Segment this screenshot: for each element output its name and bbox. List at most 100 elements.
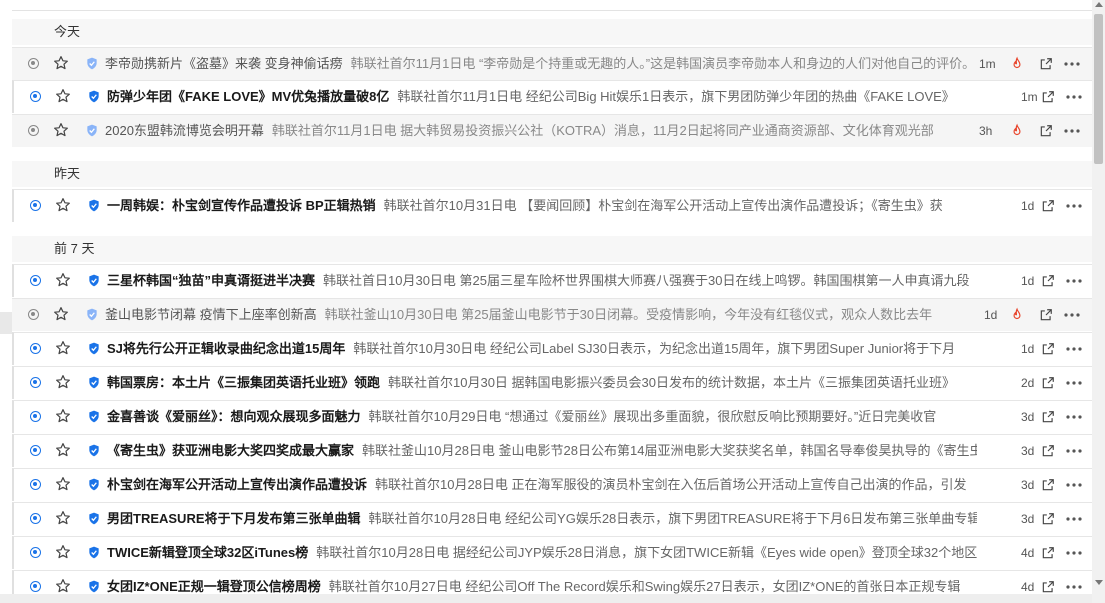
- shield-check-icon: [89, 478, 99, 491]
- more-horizontal-icon[interactable]: [1064, 313, 1080, 317]
- news-summary: 韩联社首尔10月28日电 经纪公司YG娱乐28日表示，旗下男团TREASURE将…: [368, 511, 977, 526]
- list-item[interactable]: TWICE新辑登顶全球32区iTunes榜 韩联社首尔10月28日电 据经纪公司J…: [12, 536, 1092, 569]
- news-summary: 韩联社首尔11月1日电 据大韩贸易投资振兴公社（KOTRA）消息，11月2日起将…: [271, 123, 934, 138]
- more-horizontal-icon[interactable]: [1066, 449, 1082, 453]
- list-item[interactable]: 李帝勋携新片《盗墓》来袭 变身神偷话痨 韩联社首尔11月1日电 “李帝勋是个持重或…: [12, 47, 1092, 80]
- shield-check-icon: [89, 376, 99, 389]
- unread-dot-icon[interactable]: [30, 377, 41, 388]
- unread-dot-icon[interactable]: [30, 547, 41, 558]
- news-summary: 韩联社首尔10月31日电 【要闻回顾】朴宝剑在海军公开活动上宣传出演作品遭投诉；…: [383, 198, 943, 213]
- read-state-icon[interactable]: [28, 58, 39, 69]
- star-icon[interactable]: [55, 88, 71, 104]
- vertical-scrollbar[interactable]: [1092, 0, 1105, 603]
- news-title: 金喜善谈《爱丽丝》：想向观众展现多面魅力: [107, 409, 361, 424]
- external-link-icon[interactable]: [1039, 308, 1053, 322]
- list-item[interactable]: 2020东盟韩流博览会明开幕 韩联社首尔11月1日电 据大韩贸易投资振兴公社（KO…: [12, 114, 1092, 147]
- star-icon[interactable]: [55, 408, 71, 424]
- list-item[interactable]: 防弹少年团《FAKE LOVE》MV优兔播放量破8亿 韩联社首尔11月1日电 经纪…: [12, 80, 1092, 113]
- external-link-icon[interactable]: [1039, 124, 1053, 138]
- list-item[interactable]: 朴宝剑在海军公开活动上宣传出演作品遭投诉 韩联社首尔10月28日电 正在海军服役的…: [12, 468, 1092, 501]
- news-summary: 韩联社首尔10月28日电 据经纪公司JYP娱乐28日消息，旗下女团TWICE新辑…: [316, 545, 977, 560]
- section-header-last-7-days: 前 7 天: [12, 236, 1092, 262]
- shield-check-icon: [87, 308, 97, 321]
- external-link-icon[interactable]: [1041, 512, 1055, 526]
- star-icon[interactable]: [53, 55, 69, 71]
- unread-dot-icon[interactable]: [30, 581, 41, 592]
- section-header-today: 今天: [12, 19, 1092, 45]
- star-icon[interactable]: [55, 374, 71, 390]
- divider: [12, 10, 1092, 11]
- external-link-icon[interactable]: [1041, 376, 1055, 390]
- time-label: 1m: [1017, 81, 1040, 113]
- star-icon[interactable]: [55, 197, 71, 213]
- external-link-icon[interactable]: [1039, 57, 1053, 71]
- more-horizontal-icon[interactable]: [1064, 129, 1080, 133]
- unread-dot-icon[interactable]: [30, 411, 41, 422]
- external-link-icon[interactable]: [1041, 342, 1055, 356]
- more-horizontal-icon[interactable]: [1066, 415, 1082, 419]
- star-icon[interactable]: [53, 306, 69, 322]
- time-label: 2d: [1017, 367, 1037, 399]
- star-icon[interactable]: [55, 442, 71, 458]
- star-icon[interactable]: [55, 578, 71, 594]
- news-title: TWICE新辑登顶全球32区iTunes榜: [107, 545, 309, 560]
- unread-dot-icon[interactable]: [30, 479, 41, 490]
- news-feed: 今天 李帝勋携新片《盗墓》来袭 变身神偷话痨 韩联社首尔11月1日电 “李帝勋是个…: [12, 0, 1092, 603]
- more-horizontal-icon[interactable]: [1066, 204, 1082, 208]
- shield-check-icon: [89, 90, 99, 103]
- unread-dot-icon[interactable]: [30, 275, 41, 286]
- more-horizontal-icon[interactable]: [1066, 551, 1082, 555]
- unread-dot-icon[interactable]: [30, 513, 41, 524]
- section-header-yesterday: 昨天: [12, 161, 1092, 187]
- unread-dot-icon[interactable]: [30, 200, 41, 211]
- list-item[interactable]: 一周韩娱：朴宝剑宣传作品遭投诉 BP正辑热销 韩联社首尔10月31日电 【要闻回顾…: [12, 189, 1092, 222]
- external-link-icon[interactable]: [1041, 444, 1055, 458]
- more-horizontal-icon[interactable]: [1066, 517, 1082, 521]
- news-summary: 韩联社首尔11月1日电 经纪公司Big Hit娱乐1日表示，旗下男团防弹少年团的…: [397, 89, 955, 104]
- scrollbar-thumb[interactable]: [1094, 14, 1103, 164]
- unread-dot-icon[interactable]: [30, 91, 41, 102]
- read-state-icon[interactable]: [28, 125, 39, 136]
- more-horizontal-icon[interactable]: [1066, 585, 1082, 589]
- time-label: 3d: [1017, 435, 1037, 467]
- shield-check-icon: [89, 342, 99, 355]
- more-horizontal-icon[interactable]: [1066, 347, 1082, 351]
- shield-check-icon: [87, 57, 97, 70]
- external-link-icon[interactable]: [1041, 478, 1055, 492]
- star-icon[interactable]: [55, 272, 71, 288]
- scroll-down-arrow-icon[interactable]: [1095, 580, 1103, 585]
- more-horizontal-icon[interactable]: [1066, 381, 1082, 385]
- star-icon[interactable]: [55, 476, 71, 492]
- external-link-icon[interactable]: [1041, 546, 1055, 560]
- unread-dot-icon[interactable]: [30, 343, 41, 354]
- unread-dot-icon[interactable]: [30, 445, 41, 456]
- external-link-icon[interactable]: [1041, 199, 1055, 213]
- star-icon[interactable]: [55, 544, 71, 560]
- list-item[interactable]: 三星杯韩国“独苗”申真谞挺进半决赛 韩联社首日10月30日电 第25届三星车险杯世…: [12, 264, 1092, 297]
- news-summary: 韩联社釜山10月28日电 釜山电影节28日公布第14届亚洲电影大奖获奖名单，韩国…: [362, 443, 977, 458]
- read-state-icon[interactable]: [28, 309, 39, 320]
- star-icon[interactable]: [55, 510, 71, 526]
- external-link-icon[interactable]: [1041, 410, 1055, 424]
- scroll-up-arrow-icon[interactable]: [1095, 2, 1103, 7]
- list-item[interactable]: 男团TREASURE将于下月发布第三张单曲辑 韩联社首尔10月28日电 经纪公司Y…: [12, 502, 1092, 535]
- time-label: 4d: [1017, 537, 1037, 569]
- news-summary: 韩联社首尔10月28日电 正在海军服役的演员朴宝剑在入伍后首场公开活动上宣传自己…: [375, 477, 967, 492]
- external-link-icon[interactable]: [1041, 274, 1055, 288]
- shield-check-icon: [89, 410, 99, 423]
- shield-check-icon: [89, 199, 99, 212]
- list-item[interactable]: 《寄生虫》获亚洲电影大奖四奖成最大赢家 韩联社釜山10月28日电 釜山电影节28日…: [12, 434, 1092, 467]
- external-link-icon[interactable]: [1041, 90, 1055, 104]
- more-horizontal-icon[interactable]: [1064, 62, 1080, 66]
- star-icon[interactable]: [55, 340, 71, 356]
- external-link-icon[interactable]: [1041, 580, 1055, 594]
- more-horizontal-icon[interactable]: [1066, 483, 1082, 487]
- shield-check-icon: [89, 546, 99, 559]
- list-item[interactable]: 金喜善谈《爱丽丝》：想向观众展现多面魅力 韩联社首尔10月29日电 “想通过《爱丽…: [12, 400, 1092, 433]
- list-item[interactable]: SJ将先行公开正辑收录曲纪念出道15周年 韩联社首尔10月30日电 经纪公司Lab…: [12, 332, 1092, 365]
- more-horizontal-icon[interactable]: [1066, 279, 1082, 283]
- more-horizontal-icon[interactable]: [1066, 95, 1082, 99]
- star-icon[interactable]: [53, 122, 69, 138]
- list-item[interactable]: 釜山电影节闭幕 疫情下上座率创新高 韩联社釜山10月30日电 第25届釜山电影节于…: [12, 298, 1092, 331]
- list-item[interactable]: 韩国票房：本土片《三振集团英语托业班》领跑 韩联社首尔10月30日 据韩国电影振兴…: [12, 366, 1092, 399]
